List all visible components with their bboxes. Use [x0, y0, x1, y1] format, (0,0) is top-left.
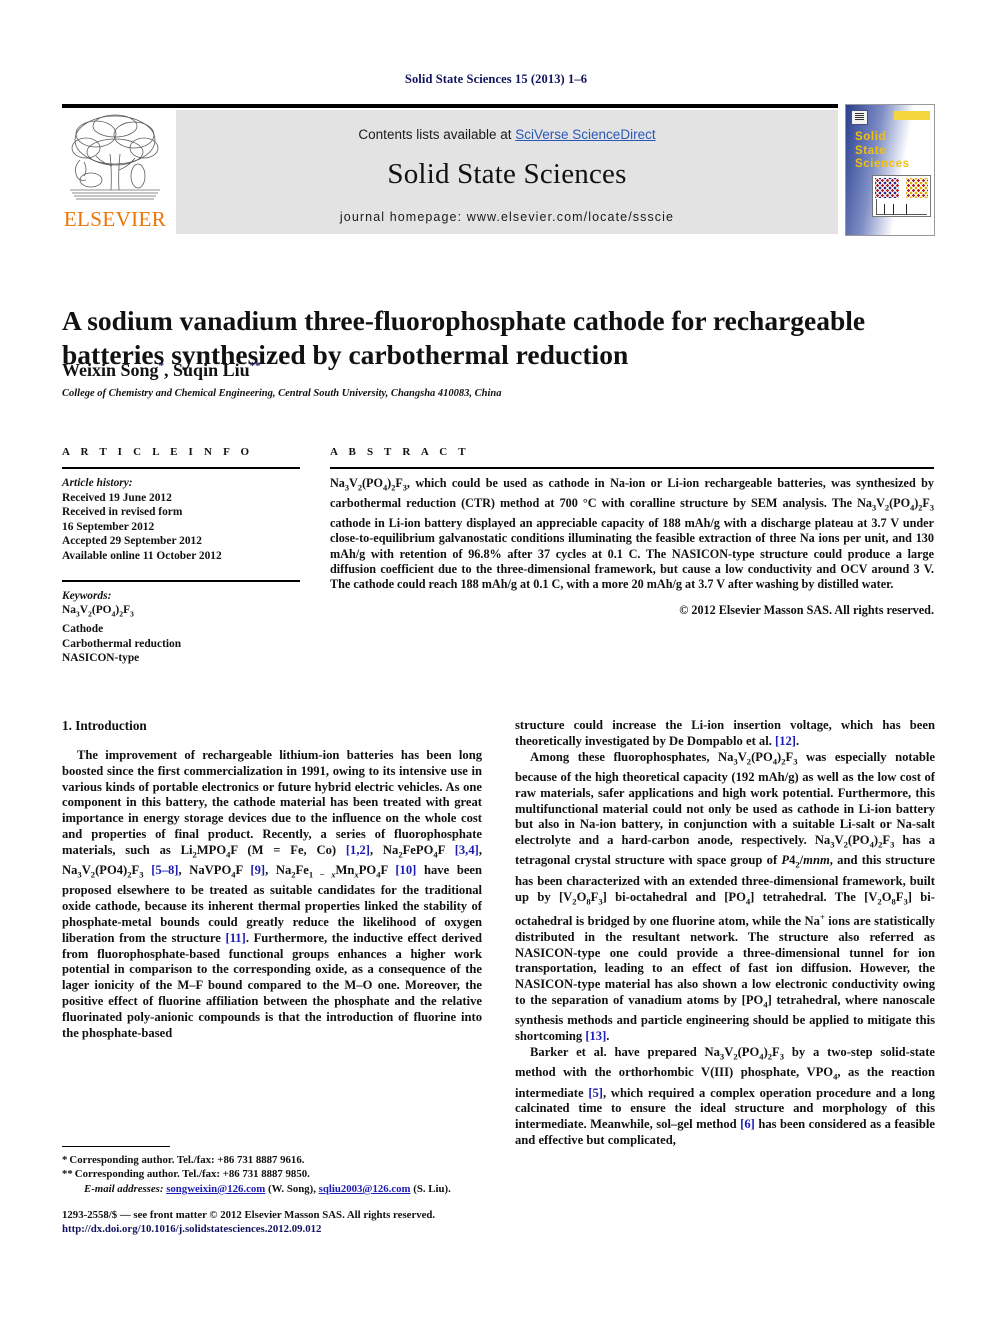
history-item: Accepted 29 September 2012 — [62, 535, 202, 548]
paper-page: Solid State Sciences 15 (2013) 1–6 ELSEV… — [0, 0, 992, 1323]
abstract-column: A B S T R A C T Na3V2(PO4)2F3, which cou… — [330, 446, 934, 618]
cover-title-line2: State — [855, 144, 887, 157]
imprint-block: 1293-2558/$ — see front matter © 2012 El… — [62, 1208, 562, 1236]
history-item: 16 September 2012 — [62, 520, 155, 533]
history-item: Available online 11 October 2012 — [62, 549, 222, 562]
body-column-right: structure could increase the Li-ion inse… — [515, 718, 935, 1149]
email-owner-liu: (S. Liu). — [413, 1182, 451, 1195]
footnote-rule — [62, 1146, 170, 1147]
footnotes-block: * Corresponding author. Tel./fax: +86 731… — [62, 1146, 492, 1196]
keywords-rule — [62, 579, 300, 582]
email-owner-song: (W. Song), — [268, 1182, 316, 1195]
paragraph: structure could increase the Li-ion inse… — [515, 718, 935, 748]
contents-lists-line: Contents lists available at SciVerse Sci… — [176, 127, 838, 142]
citation-ref[interactable]: [12] — [775, 734, 796, 748]
keyword-item: NASICON-type — [62, 652, 140, 665]
history-item: Received in revised form — [62, 506, 183, 519]
keyword-item: Cathode — [62, 623, 104, 636]
body-column-left: 1. Introduction The improvement of recha… — [62, 718, 482, 1041]
imprint-front-matter: 1293-2558/$ — see front matter © 2012 El… — [62, 1209, 436, 1221]
cover-xrd-plot — [876, 199, 927, 215]
footnote-corresponding-author-1: * Corresponding author. Tel./fax: +86 731… — [62, 1153, 492, 1167]
journal-cover-thumbnail: Solid State Sciences — [845, 104, 935, 236]
abstract-heading: A B S T R A C T — [330, 446, 470, 458]
footnote-text: Corresponding author. Tel./fax: +86 731 … — [69, 1154, 305, 1166]
citation-ref[interactable]: [3,4] — [455, 843, 479, 857]
running-head: Solid State Sciences 15 (2013) 1–6 — [404, 72, 588, 86]
citation-ref[interactable]: [13] — [585, 1029, 606, 1043]
paragraph: The improvement of rechargeable lithium-… — [62, 748, 483, 1040]
abstract-text: Na3V2(PO4)2F3, which could be used as ca… — [330, 476, 934, 592]
abstract-rule — [330, 467, 934, 469]
journal-title: Solid State Sciences — [387, 158, 627, 190]
keywords-list: Keywords: Na3V2(PO4)2F3 Cathode Carbothe… — [62, 589, 300, 666]
cover-figure-image — [872, 175, 931, 217]
cover-title-line1: Solid — [855, 131, 887, 143]
elsevier-wordmark: ELSEVIER — [63, 207, 167, 231]
masthead-rule — [62, 104, 838, 108]
email-link-liu[interactable]: sqliu2003@126.com — [319, 1183, 411, 1195]
keywords-block: Keywords: Na3V2(PO4)2F3 Cathode Carbothe… — [62, 579, 300, 666]
cover-badge-icon — [851, 110, 868, 125]
article-history-label: Article history: — [62, 477, 133, 489]
paragraph: Barker et al. have prepared Na3V2(PO4)2F… — [515, 1044, 935, 1147]
article-info-column: A R T I C L E I N F O Article history: R… — [62, 446, 300, 666]
footnote-mark: ** — [62, 1168, 73, 1181]
keywords-label: Keywords: — [62, 589, 112, 602]
elsevier-logo: ELSEVIER — [62, 110, 168, 234]
citation-ref[interactable]: [5] — [588, 1086, 603, 1100]
cover-title-line3: Sciences — [855, 158, 910, 170]
keyword-item: Carbothermal reduction — [62, 637, 182, 650]
article-info-heading: A R T I C L E I N F O — [62, 446, 254, 458]
citation-ref[interactable]: [11] — [226, 931, 246, 945]
journal-banner: Contents lists available at SciVerse Sci… — [176, 110, 838, 234]
abstract-copyright: © 2012 Elsevier Masson SAS. All rights r… — [679, 602, 934, 617]
author-list: Weixin Song*, Suqin Liu** — [62, 360, 934, 381]
doi-link[interactable]: http://dx.doi.org/10.1016/j.solidstatesc… — [62, 1222, 562, 1236]
article-info-rule — [62, 467, 300, 469]
footnote-text: Corresponding author. Tel./fax: +86 731 … — [74, 1168, 310, 1181]
contents-prefix: Contents lists available at — [358, 127, 516, 142]
footnote-emails: E-mail addresses: songweixin@126.com (W.… — [62, 1182, 492, 1196]
cover-crystal-lattice-left — [875, 178, 899, 198]
citation-ref[interactable]: [1,2] — [346, 843, 370, 857]
history-item: Received 19 June 2012 — [62, 491, 172, 504]
footnote-mark: * — [62, 1154, 68, 1166]
cover-title: Solid State Sciences — [855, 131, 910, 172]
cover-tag-icon — [894, 111, 930, 120]
section-heading-introduction: 1. Introduction — [62, 718, 147, 733]
citation-ref[interactable]: [6] — [740, 1117, 755, 1131]
keyword-item: Na3V2(PO4)2F3 — [62, 604, 134, 619]
elsevier-tree-icon — [66, 110, 164, 202]
citation-ref[interactable]: [10] — [395, 863, 416, 877]
sciencedirect-link[interactable]: SciVerse ScienceDirect — [515, 127, 655, 142]
paragraph: Among these fluorophosphates, Na3V2(PO4)… — [515, 749, 936, 1044]
citation-ref[interactable]: [9] — [250, 863, 265, 877]
footnote-corresponding-author-2: ** Corresponding author. Tel./fax: +86 73… — [62, 1167, 492, 1181]
journal-homepage[interactable]: journal homepage: www.elsevier.com/locat… — [176, 210, 838, 224]
cover-crystal-lattice-right — [906, 178, 928, 198]
citation-ref[interactable]: [5–8] — [151, 863, 178, 877]
author-names: Weixin Song*, Suqin Liu** — [62, 360, 261, 380]
journal-masthead: ELSEVIER Contents lists available at Sci… — [62, 104, 930, 234]
email-label: E-mail addresses: — [84, 1182, 164, 1195]
article-history-block: Article history: Received 19 June 2012 R… — [62, 476, 300, 564]
email-link-song[interactable]: songweixin@126.com — [166, 1183, 265, 1195]
author-affiliation: College of Chemistry and Chemical Engine… — [62, 388, 502, 399]
